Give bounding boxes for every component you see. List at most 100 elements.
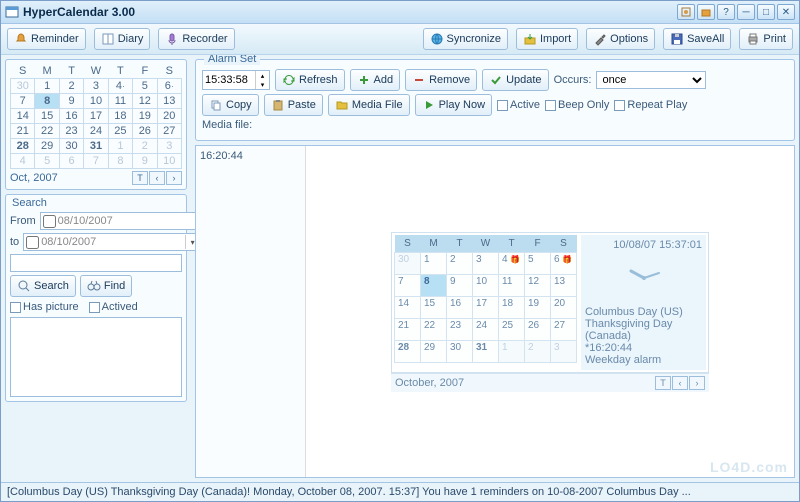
diary-button[interactable]: Diary <box>94 28 151 50</box>
calendar-day[interactable]: 7 <box>395 274 421 296</box>
mediafile-button[interactable]: Media File <box>328 94 410 116</box>
import-button[interactable]: Import <box>516 28 578 50</box>
calendar-day[interactable]: 30 <box>59 139 83 154</box>
calendar-day[interactable]: 17 <box>84 109 108 124</box>
calendar-day[interactable]: 3 <box>84 79 108 94</box>
calendar-day[interactable]: 3 <box>551 340 577 362</box>
calendar-day[interactable]: 9 <box>133 154 157 169</box>
calendar-day[interactable]: 16 <box>447 296 473 318</box>
calendar-day[interactable]: 14 <box>395 296 421 318</box>
big-cal-today-button[interactable]: T <box>655 376 671 390</box>
big-cal-next-button[interactable]: › <box>689 376 705 390</box>
print-button[interactable]: Print <box>739 28 793 50</box>
calendar-day[interactable]: 31 <box>473 340 499 362</box>
calendar-day[interactable]: 6 <box>157 79 181 94</box>
calendar-day[interactable]: 17 <box>473 296 499 318</box>
active-checkbox[interactable]: Active <box>497 99 540 111</box>
calendar-day[interactable]: 21 <box>11 124 35 139</box>
calendar-day[interactable]: 10 <box>84 94 108 109</box>
calendar-day[interactable]: 1 <box>421 252 447 274</box>
calendar-day[interactable]: 2 <box>133 139 157 154</box>
calendar-day[interactable]: 22 <box>421 318 447 340</box>
recorder-button[interactable]: Recorder <box>158 28 234 50</box>
calendar-day[interactable]: 15 <box>35 109 59 124</box>
calendar-day[interactable]: 4 🎁 <box>499 252 525 274</box>
calendar-day[interactable]: 27 <box>157 124 181 139</box>
calendar-day[interactable]: 10 <box>473 274 499 296</box>
calendar-day[interactable]: 24 <box>473 318 499 340</box>
calendar-day[interactable]: 19 <box>525 296 551 318</box>
minimize-button[interactable]: ─ <box>737 4 755 20</box>
calendar-day[interactable]: 20 <box>157 109 181 124</box>
calendar-day[interactable]: 30 <box>11 79 35 94</box>
calendar-day[interactable]: 12 <box>525 274 551 296</box>
calendar-day[interactable]: 28 <box>11 139 35 154</box>
calendar-day[interactable]: 13 <box>157 94 181 109</box>
calendar-day[interactable]: 16 <box>59 109 83 124</box>
beeponly-checkbox[interactable]: Beep Only <box>545 99 609 111</box>
calendar-day[interactable]: 2 <box>447 252 473 274</box>
calendar-day[interactable]: 24 <box>84 124 108 139</box>
mini-cal-prev-button[interactable]: ‹ <box>149 171 165 185</box>
remove-button[interactable]: Remove <box>405 69 477 91</box>
calendar-day[interactable]: 8 <box>35 94 59 109</box>
calendar-day[interactable]: 10 <box>157 154 181 169</box>
calendar-day[interactable]: 18 <box>108 109 132 124</box>
calendar-day[interactable]: 1 <box>499 340 525 362</box>
calendar-day[interactable]: 7 <box>11 94 35 109</box>
search-text-input[interactable] <box>10 254 182 272</box>
calendar-day[interactable]: 30 <box>447 340 473 362</box>
calendar-day[interactable]: 22 <box>35 124 59 139</box>
update-button[interactable]: Update <box>482 69 548 91</box>
alarm-time-spinner[interactable]: ▴▾ <box>202 70 270 90</box>
close-button[interactable]: ✕ <box>777 4 795 20</box>
calendar-day[interactable]: 27 <box>551 318 577 340</box>
reminder-button[interactable]: Reminder <box>7 28 86 50</box>
mini-cal-today-button[interactable]: T <box>132 171 148 185</box>
calendar-day[interactable]: 14 <box>11 109 35 124</box>
playnow-button[interactable]: Play Now <box>415 94 492 116</box>
to-date-field[interactable] <box>41 236 183 248</box>
search-button[interactable]: Search <box>10 275 76 297</box>
mini-calendar[interactable]: SMTWTFS301234567891011121314151617181920… <box>10 64 182 169</box>
refresh-button[interactable]: Refresh <box>275 69 345 91</box>
to-date-input[interactable]: ▾ <box>23 233 202 251</box>
to-checkbox[interactable] <box>26 236 39 249</box>
calendar-day[interactable]: 3 <box>473 252 499 274</box>
calendar-day[interactable]: 8 <box>108 154 132 169</box>
calendar-day[interactable]: 20 <box>551 296 577 318</box>
calendar-day[interactable]: 5 <box>133 79 157 94</box>
calendar-day[interactable]: 1 <box>108 139 132 154</box>
mini-cal-next-button[interactable]: › <box>166 171 182 185</box>
calendar-day[interactable]: 23 <box>447 318 473 340</box>
big-cal-prev-button[interactable]: ‹ <box>672 376 688 390</box>
calendar-day[interactable]: 6 🎁 <box>551 252 577 274</box>
occurs-select[interactable]: once <box>596 71 706 89</box>
calendar-day[interactable]: 29 <box>421 340 447 362</box>
spin-down[interactable]: ▾ <box>255 80 269 89</box>
calendar-day[interactable]: 6 <box>59 154 83 169</box>
actived-checkbox[interactable]: Actived <box>89 301 138 313</box>
options-button[interactable]: Options <box>586 28 655 50</box>
calendar-day[interactable]: 5 <box>35 154 59 169</box>
help-button[interactable]: ? <box>717 4 735 20</box>
copy-button[interactable]: Copy <box>202 94 259 116</box>
calendar-day[interactable]: 15 <box>421 296 447 318</box>
maximize-button[interactable]: □ <box>757 4 775 20</box>
calendar-day[interactable]: 21 <box>395 318 421 340</box>
reminder-list[interactable]: 16:20:44 <box>196 146 306 477</box>
calendar-day[interactable]: 2 <box>59 79 83 94</box>
calendar-day[interactable]: 26 <box>133 124 157 139</box>
calendar-day[interactable]: 1 <box>35 79 59 94</box>
calendar-day[interactable]: 25 <box>108 124 132 139</box>
calendar-day[interactable]: 9 <box>59 94 83 109</box>
syncronize-button[interactable]: Syncronize <box>423 28 508 50</box>
calendar-day[interactable]: 11 <box>108 94 132 109</box>
titlebar-btn-1[interactable] <box>677 4 695 20</box>
calendar-day[interactable]: 7 <box>84 154 108 169</box>
calendar-day[interactable]: 29 <box>35 139 59 154</box>
calendar-day[interactable]: 13 <box>551 274 577 296</box>
titlebar-btn-2[interactable] <box>697 4 715 20</box>
big-calendar[interactable]: SMTWTFS301234 🎁56 🎁789101112131415161718… <box>394 235 577 363</box>
search-results-list[interactable] <box>10 317 182 397</box>
